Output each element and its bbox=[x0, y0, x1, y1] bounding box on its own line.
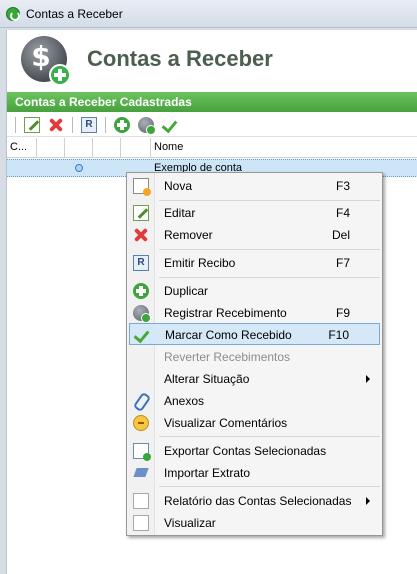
report-icon bbox=[133, 493, 149, 509]
view-icon bbox=[133, 515, 149, 531]
menu-item-shortcut: Del bbox=[331, 228, 350, 242]
submenu-arrow-icon bbox=[366, 497, 370, 505]
menu-item-label: Emitir Recibo bbox=[164, 256, 236, 270]
menu-item-shortcut: F4 bbox=[335, 206, 350, 220]
menu-item-shortcut: F3 bbox=[335, 179, 350, 193]
money-add-icon: $ bbox=[21, 36, 71, 86]
coin-icon bbox=[138, 116, 156, 135]
receipt-icon: R bbox=[81, 116, 97, 133]
menu-separator bbox=[159, 486, 380, 487]
coin-icon bbox=[133, 305, 151, 323]
menu-item-reverter-recebimentos: Reverter Recebimentos bbox=[129, 346, 380, 368]
menu-item-registrar-recebimento[interactable]: Registrar Recebimento F9 bbox=[129, 302, 380, 324]
menu-item-editar[interactable]: Editar F4 bbox=[129, 202, 380, 224]
section-title: Contas a Receber Cadastradas bbox=[7, 92, 417, 112]
export-icon bbox=[133, 443, 151, 461]
menu-item-label: Anexos bbox=[164, 394, 205, 408]
delete-button[interactable] bbox=[46, 115, 66, 135]
column-header[interactable]: C... bbox=[7, 138, 37, 158]
menu-item-label: Remover bbox=[164, 228, 213, 242]
menu-item-label: Reverter Recebimentos bbox=[164, 350, 291, 364]
menu-item-shortcut: F10 bbox=[328, 328, 349, 342]
menu-item-emitir-recibo[interactable]: R Emitir Recibo F7 bbox=[129, 252, 380, 274]
mark-received-button[interactable] bbox=[160, 115, 180, 135]
delete-icon bbox=[133, 227, 149, 243]
menu-item-label: Nova bbox=[164, 179, 193, 193]
menu-separator bbox=[159, 249, 380, 250]
menu-item-importar-extrato[interactable]: Importar Extrato bbox=[129, 462, 380, 484]
import-icon bbox=[133, 465, 149, 481]
menu-item-visualizar-comentarios[interactable]: Visualizar Comentários bbox=[129, 412, 380, 434]
edit-icon bbox=[133, 205, 149, 221]
submenu-arrow-icon bbox=[366, 375, 370, 383]
toolbar: R bbox=[7, 113, 417, 137]
delete-icon bbox=[48, 117, 64, 133]
edit-button[interactable] bbox=[22, 115, 42, 135]
menu-item-duplicar[interactable]: Duplicar bbox=[129, 280, 380, 302]
add-button[interactable] bbox=[112, 115, 132, 135]
app-icon bbox=[6, 6, 20, 21]
column-header[interactable] bbox=[65, 138, 93, 158]
column-header[interactable] bbox=[37, 138, 65, 158]
menu-separator bbox=[159, 277, 380, 278]
toolbar-separator bbox=[105, 116, 106, 133]
status-icon bbox=[75, 164, 83, 172]
menu-item-label: Exportar Contas Selecionadas bbox=[164, 444, 327, 458]
column-header-nome[interactable]: Nome bbox=[151, 138, 417, 158]
column-header[interactable] bbox=[93, 138, 121, 158]
menu-item-relatorio-contas[interactable]: Relatório das Contas Selecionadas bbox=[129, 490, 380, 512]
check-icon bbox=[162, 117, 178, 133]
menu-item-marcar-como-recebido[interactable]: Marcar Como Recebido F10 bbox=[129, 323, 380, 345]
menu-item-nova[interactable]: Nova F3 bbox=[129, 175, 380, 197]
menu-item-label: Relatório das Contas Selecionadas bbox=[164, 494, 352, 508]
menu-item-shortcut: F9 bbox=[335, 306, 350, 320]
page-header: $ Contas a Receber bbox=[7, 30, 417, 90]
add-icon bbox=[114, 116, 130, 133]
menu-item-label: Editar bbox=[164, 206, 196, 220]
receipt-icon: R bbox=[133, 255, 149, 271]
menu-item-label: Alterar Situação bbox=[164, 372, 250, 386]
new-document-icon bbox=[133, 178, 151, 196]
toolbar-grip bbox=[15, 116, 16, 133]
menu-item-label: Registrar Recebimento bbox=[164, 306, 287, 320]
page-title: Contas a Receber bbox=[87, 46, 273, 71]
comment-icon bbox=[133, 415, 149, 431]
menu-item-label: Duplicar bbox=[164, 284, 209, 298]
register-payment-button[interactable] bbox=[136, 115, 156, 135]
receipt-button[interactable]: R bbox=[79, 115, 99, 135]
grid-header: C... Nome bbox=[7, 138, 417, 158]
toolbar-separator bbox=[72, 116, 73, 133]
title-bar: Contas a Receber bbox=[0, 0, 417, 28]
menu-separator bbox=[159, 200, 380, 201]
add-icon bbox=[133, 283, 149, 299]
edit-icon bbox=[24, 116, 40, 133]
menu-item-anexos[interactable]: Anexos bbox=[129, 390, 380, 412]
menu-item-label: Visualizar bbox=[164, 516, 216, 530]
paperclip-icon bbox=[133, 393, 149, 409]
check-icon bbox=[134, 327, 150, 343]
menu-item-alterar-situacao[interactable]: Alterar Situação bbox=[129, 368, 380, 390]
menu-item-exportar-contas[interactable]: Exportar Contas Selecionadas bbox=[129, 440, 380, 462]
menu-item-label: Importar Extrato bbox=[164, 466, 251, 480]
context-menu: Nova F3 Editar F4 Remover Del R Emitir R… bbox=[126, 172, 383, 536]
menu-item-label: Visualizar Comentários bbox=[164, 416, 288, 430]
window-title: Contas a Receber bbox=[26, 6, 123, 21]
menu-separator bbox=[159, 436, 380, 437]
column-header[interactable] bbox=[121, 138, 151, 158]
menu-item-label: Marcar Como Recebido bbox=[165, 328, 292, 342]
menu-item-shortcut: F7 bbox=[335, 256, 350, 270]
menu-item-visualizar[interactable]: Visualizar bbox=[129, 512, 380, 534]
menu-item-remover[interactable]: Remover Del bbox=[129, 224, 380, 246]
